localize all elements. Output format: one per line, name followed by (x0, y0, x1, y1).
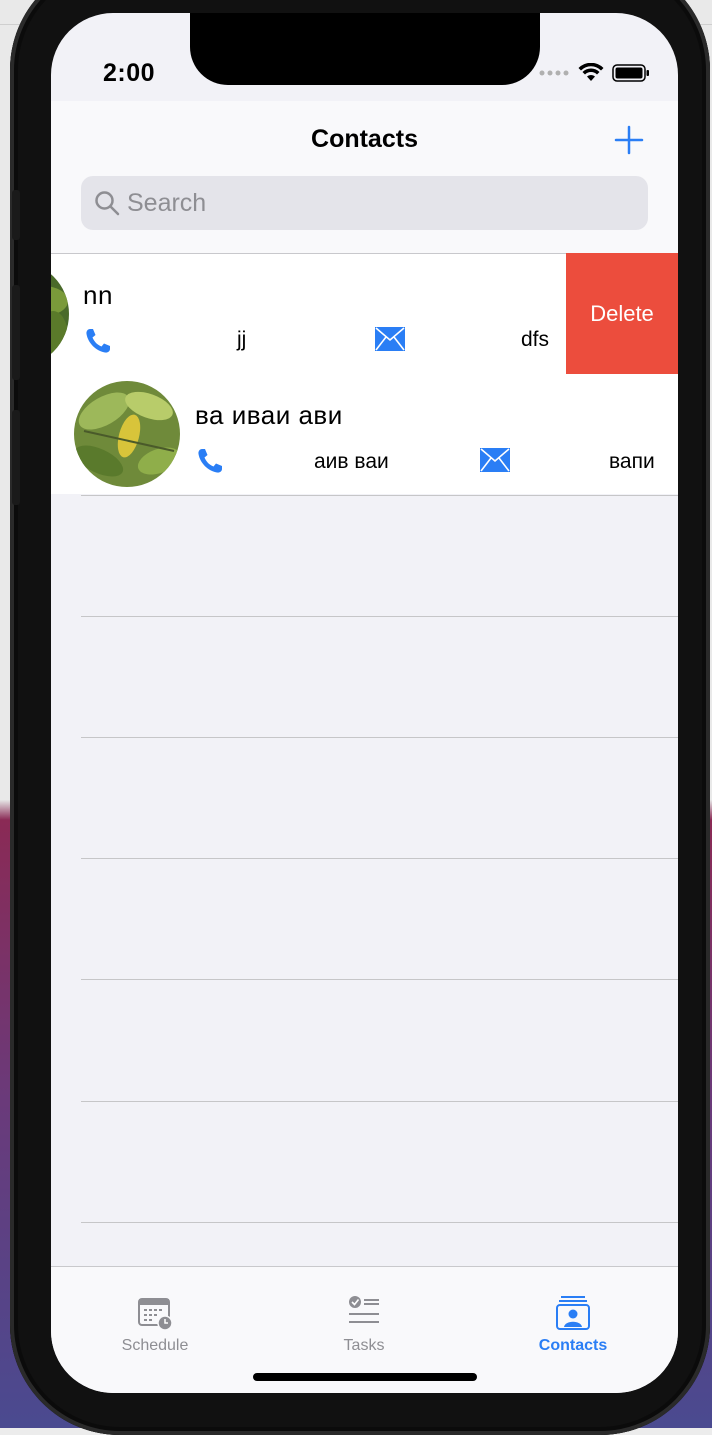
row-separator (81, 616, 678, 617)
add-contact-button[interactable] (614, 125, 644, 155)
delete-button[interactable]: Delete (566, 253, 678, 374)
calendar-clock-icon (138, 1298, 173, 1331)
email-icon[interactable] (479, 447, 511, 473)
home-indicator[interactable] (253, 1373, 477, 1381)
tab-schedule[interactable]: Schedule (55, 1267, 255, 1367)
row-separator (81, 858, 678, 859)
tab-contacts[interactable]: Contacts (473, 1267, 673, 1367)
contact-phone: jj (237, 328, 247, 351)
row-separator (81, 1101, 678, 1102)
tab-tasks[interactable]: Tasks (264, 1267, 464, 1367)
tab-label: Tasks (343, 1337, 385, 1354)
volume-down-button (12, 410, 20, 505)
tab-label: Contacts (538, 1337, 608, 1354)
volume-up-button (12, 285, 20, 380)
contact-email: dfs (521, 328, 550, 351)
contact-email: вапи (609, 450, 655, 473)
page-title: Contacts (311, 125, 418, 153)
contact-card-icon (556, 1296, 590, 1330)
contact-phone: аив ваи (314, 450, 389, 473)
tab-label: Schedule (121, 1337, 189, 1354)
wifi-icon (578, 63, 604, 81)
checklist-icon (349, 1296, 379, 1323)
search-placeholder: Search (127, 188, 207, 217)
phone-icon[interactable] (83, 326, 113, 356)
signal-icon (539, 70, 569, 76)
email-icon[interactable] (374, 326, 406, 352)
battery-icon (612, 64, 649, 82)
status-indicators (538, 63, 650, 83)
contact-avatar (74, 381, 180, 487)
mute-switch (12, 190, 20, 240)
row-separator (81, 1222, 678, 1223)
row-separator (81, 737, 678, 738)
phone-screen: 2:00 Contacts Search nn jj dfs Delete ва… (51, 13, 678, 1393)
contact-name: ва иваи ави (195, 400, 343, 430)
search-icon (95, 191, 120, 216)
contact-name: nn (83, 280, 113, 310)
search-bar[interactable]: Search (81, 176, 648, 230)
row-separator (81, 495, 678, 496)
status-time: 2:00 (103, 59, 156, 87)
notch (190, 13, 540, 85)
contact-row[interactable]: ва иваи ави аив ваи вапи (51, 374, 678, 494)
phone-icon[interactable] (195, 446, 225, 476)
contact-avatar (51, 261, 69, 367)
row-separator (81, 979, 678, 980)
